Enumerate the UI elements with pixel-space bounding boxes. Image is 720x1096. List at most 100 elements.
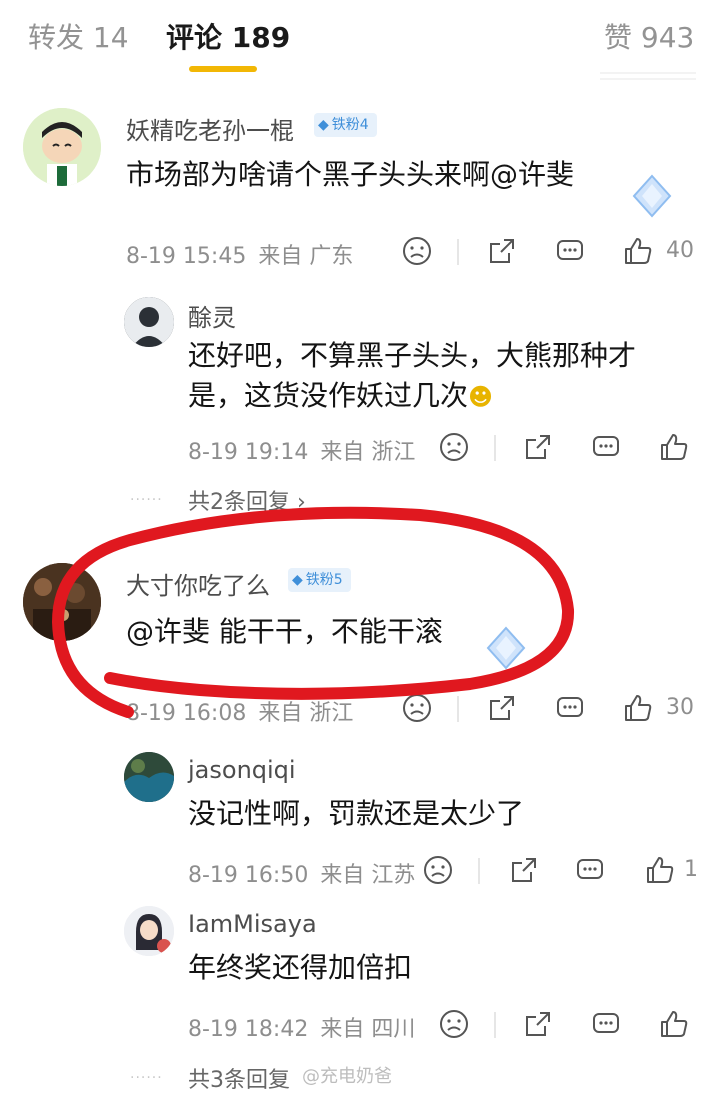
avatar[interactable] (23, 108, 101, 186)
dislike-button[interactable] (438, 1008, 470, 1040)
reply-date: 8-19 18:42 (188, 1017, 309, 1042)
reply-user-name[interactable]: IamMisaya (188, 910, 317, 938)
reply-date: 8-19 19:14 (188, 440, 309, 465)
avatar-cartoon-icon (23, 108, 101, 186)
tab-repost[interactable]: 转发 14 (28, 16, 129, 56)
comment-location: 来自 浙江 (258, 701, 354, 726)
divider-lines (600, 68, 696, 84)
divider (494, 435, 496, 461)
tab-likes[interactable]: 赞 943 (604, 16, 694, 56)
comment-text: @许斐 能干干，不能干滚 (126, 612, 443, 652)
more-replies-link[interactable]: 共2条回复 › (188, 484, 306, 516)
comment-location: 来自 广东 (258, 244, 354, 269)
avatar-photo-icon (23, 563, 101, 641)
fan-diamond-icon: ◆ (318, 117, 329, 133)
comment-user-name[interactable]: 妖精吃老孙一棍 (126, 111, 294, 146)
like-count: 40 (666, 238, 694, 263)
sad-face-icon (440, 1010, 468, 1038)
reply-button[interactable] (554, 235, 586, 267)
share-icon (490, 239, 514, 263)
reply-button[interactable] (590, 431, 622, 463)
fan-badge: ◆ 铁粉5 (288, 568, 351, 592)
avatar[interactable] (124, 752, 174, 802)
thumbs-up-icon (661, 1011, 688, 1037)
dislike-button[interactable] (438, 431, 470, 463)
share-icon (512, 858, 536, 882)
reply-location: 来自 江苏 (320, 863, 416, 888)
thumbs-up-icon (625, 695, 652, 721)
reply-meta: 8-19 16:50 来自 江苏 (188, 857, 427, 889)
comment-icon (557, 697, 583, 717)
reply-date: 8-19 16:50 (188, 863, 309, 888)
sad-face-icon (403, 694, 431, 722)
like-button[interactable] (622, 692, 654, 724)
comment-user-name[interactable]: 大寸你吃了么 (126, 566, 270, 601)
avatar[interactable] (23, 563, 101, 641)
dislike-button[interactable] (401, 235, 433, 267)
comment-meta: 8-19 15:45 来自 广东 (126, 238, 365, 270)
sad-face-icon (424, 856, 452, 884)
reply-meta: 8-19 18:42 来自 四川 (188, 1011, 427, 1043)
thumbs-up-icon (661, 434, 688, 460)
reply-dots: ······ (130, 1070, 163, 1086)
like-count: 30 (666, 695, 694, 720)
fan-badge-label: 铁粉5 (305, 572, 343, 588)
share-button[interactable] (486, 235, 518, 267)
avatar[interactable] (124, 297, 174, 347)
divider (494, 1012, 496, 1038)
reply-location: 来自 四川 (320, 1017, 416, 1042)
fan-diamond-icon: ◆ (292, 572, 303, 588)
like-button[interactable] (622, 235, 654, 267)
comment-icon (577, 859, 603, 879)
fan-badge-label: 铁粉4 (331, 117, 369, 133)
reply-button[interactable] (554, 692, 586, 724)
comment-icon (593, 436, 619, 456)
reply-user-name[interactable]: 酴灵 (188, 298, 236, 333)
fan-badge: ◆ 铁粉4 (314, 113, 377, 137)
share-icon (526, 435, 550, 459)
divider (478, 858, 480, 884)
reply-user-name[interactable]: jasonqiqi (188, 756, 296, 784)
active-tab-indicator (189, 66, 257, 72)
share-button[interactable] (522, 1008, 554, 1040)
dislike-button[interactable] (422, 854, 454, 886)
comment-text-body: 能干干，不能干滚 (210, 615, 443, 648)
tab-comments[interactable]: 评论 189 (166, 16, 290, 56)
like-button[interactable] (658, 431, 690, 463)
divider (457, 696, 459, 722)
comment-date: 8-19 15:45 (126, 244, 247, 269)
watermark: @充电奶爸 (302, 1066, 392, 1087)
mention-link[interactable]: @许斐 (126, 615, 210, 648)
reply-text-line-2: 是，这货没作妖过几次 (188, 379, 469, 412)
like-button[interactable] (644, 854, 676, 886)
comment-icon (593, 1013, 619, 1033)
avatar-landscape-icon (124, 752, 174, 802)
like-button[interactable] (658, 1008, 690, 1040)
reply-text-line: 是，这货没作妖过几次☻ (188, 376, 636, 417)
like-count: 1 (684, 857, 698, 882)
more-replies-link[interactable]: 共3条回复 (188, 1062, 290, 1094)
reply-button[interactable] (574, 854, 606, 886)
reply-location: 来自 浙江 (320, 440, 416, 465)
reply-button[interactable] (590, 1008, 622, 1040)
comment-text: 市场部为啥请个黑子头头来啊@许斐 (126, 158, 575, 191)
sad-face-icon (440, 433, 468, 461)
divider (457, 239, 459, 265)
dislike-button[interactable] (401, 692, 433, 724)
avatar-person-icon (124, 297, 174, 347)
share-button[interactable] (508, 854, 540, 886)
comment-date: 8-19 16:08 (126, 701, 247, 726)
reply-text: 还好吧，不算黑子头头，大熊那种才 是，这货没作妖过几次☻ (188, 336, 636, 417)
reply-meta: 8-19 19:14 来自 浙江 (188, 434, 427, 466)
diamond-icon (632, 174, 672, 218)
share-icon (526, 1012, 550, 1036)
sad-face-icon (403, 237, 431, 265)
avatar[interactable] (124, 906, 174, 956)
comment-icon (557, 240, 583, 260)
comment-meta: 8-19 16:08 来自 浙江 (126, 695, 365, 727)
thumbs-up-icon (647, 857, 674, 883)
share-icon (490, 696, 514, 720)
share-button[interactable] (486, 692, 518, 724)
share-button[interactable] (522, 431, 554, 463)
reply-text: 年终奖还得加倍扣 (188, 951, 413, 984)
